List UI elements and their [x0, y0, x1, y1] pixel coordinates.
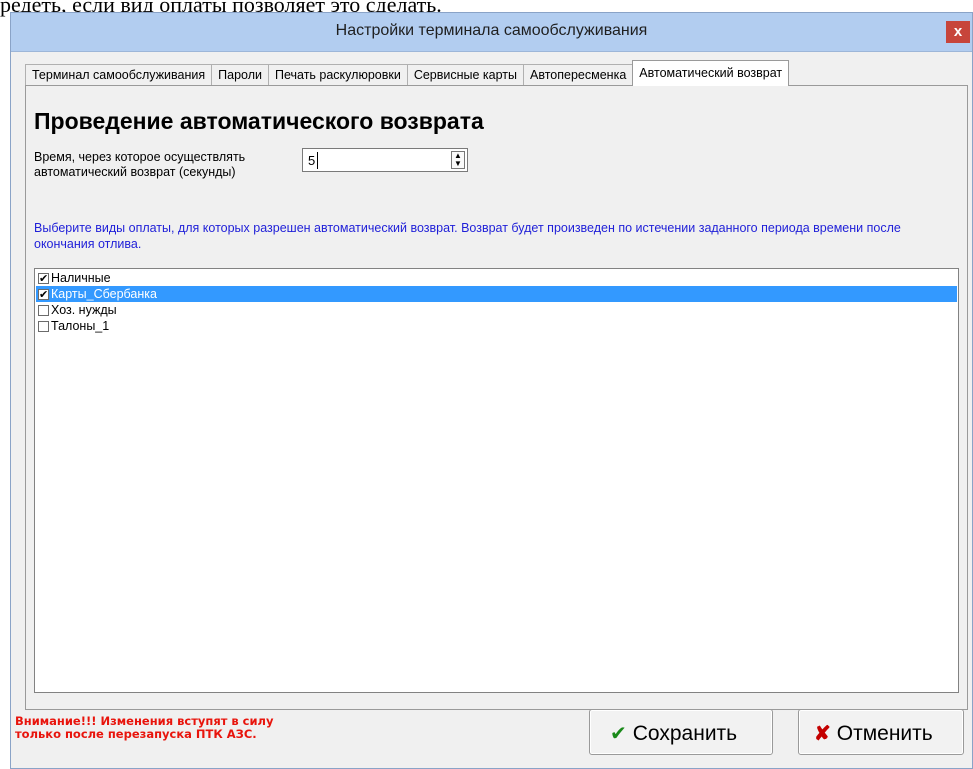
list-item-label: Талоны_1	[51, 319, 110, 333]
settings-window: Настройки терминала самообслуживания x Т…	[10, 12, 973, 769]
checkbox-unchecked[interactable]	[38, 305, 49, 316]
spin-buttons[interactable]: ▲ ▼	[451, 151, 465, 169]
text-caret	[317, 152, 318, 169]
auto-refund-panel: Проведение автоматического возврата Врем…	[25, 85, 968, 710]
list-item-label: Хоз. нужды	[51, 303, 117, 317]
refund-time-spinbox[interactable]: 5 ▲ ▼	[302, 148, 468, 172]
save-button-label: Сохранить	[632, 722, 738, 745]
close-button[interactable]: x	[946, 21, 970, 43]
save-button[interactable]: ✔ Сохранить	[589, 709, 773, 755]
title-bar[interactable]: Настройки терминала самообслуживания x	[11, 13, 972, 52]
cross-icon: ✘	[814, 723, 831, 745]
panel-heading: Проведение автоматического возврата	[34, 108, 484, 134]
spin-down-icon[interactable]: ▼	[452, 160, 464, 168]
payment-types-list[interactable]: Наличные Карты_Сбербанка Хоз. нужды Тало…	[34, 268, 959, 693]
list-item-selected[interactable]: Карты_Сбербанка	[36, 286, 957, 303]
cancel-button-label: Отменить	[836, 722, 933, 745]
refund-time-label-line2: автоматический возврат (секунды)	[34, 165, 236, 179]
refund-time-label: Время, через которое осуществлять автома…	[34, 150, 245, 180]
list-item-label: Карты_Сбербанка	[51, 287, 157, 301]
tab-service-cards[interactable]: Сервисные карты	[406, 64, 525, 86]
tab-self-service-terminal[interactable]: Терминал самообслуживания	[25, 64, 213, 86]
checkbox-unchecked[interactable]	[38, 321, 49, 332]
close-icon: x	[953, 23, 963, 40]
list-item-label: Наличные	[51, 271, 111, 285]
payment-types-hint: Выберите виды оплаты, для которых разреш…	[34, 221, 901, 251]
checkbox-checked[interactable]	[38, 287, 49, 303]
window-title: Настройки терминала самообслуживания	[335, 22, 648, 39]
tab-auto-refund[interactable]: Автоматический возврат	[632, 60, 790, 86]
tab-auto-shift-change[interactable]: Автопересменка	[523, 64, 634, 86]
refund-time-label-line1: Время, через которое осуществлять	[34, 150, 246, 164]
restart-warning: Внимание!!! Изменения вступят в силу тол…	[15, 715, 273, 741]
tab-passwords[interactable]: Пароли	[211, 64, 269, 86]
tab-strip: Терминал самообслуживания Пароли Печать …	[25, 60, 790, 86]
cancel-button[interactable]: ✘ Отменить	[798, 709, 964, 755]
checkmark-icon: ✔	[610, 723, 627, 745]
list-item[interactable]: Наличные	[36, 270, 957, 287]
tab-print-layout[interactable]: Печать раскулюровки	[267, 64, 408, 86]
list-item[interactable]: Талоны_1	[36, 318, 957, 334]
warning-line2: только после перезапуска ПТК АЗС.	[15, 727, 257, 741]
refund-time-value[interactable]: 5	[308, 153, 315, 168]
list-item[interactable]: Хоз. нужды	[36, 302, 957, 318]
checkbox-checked[interactable]	[38, 271, 49, 287]
